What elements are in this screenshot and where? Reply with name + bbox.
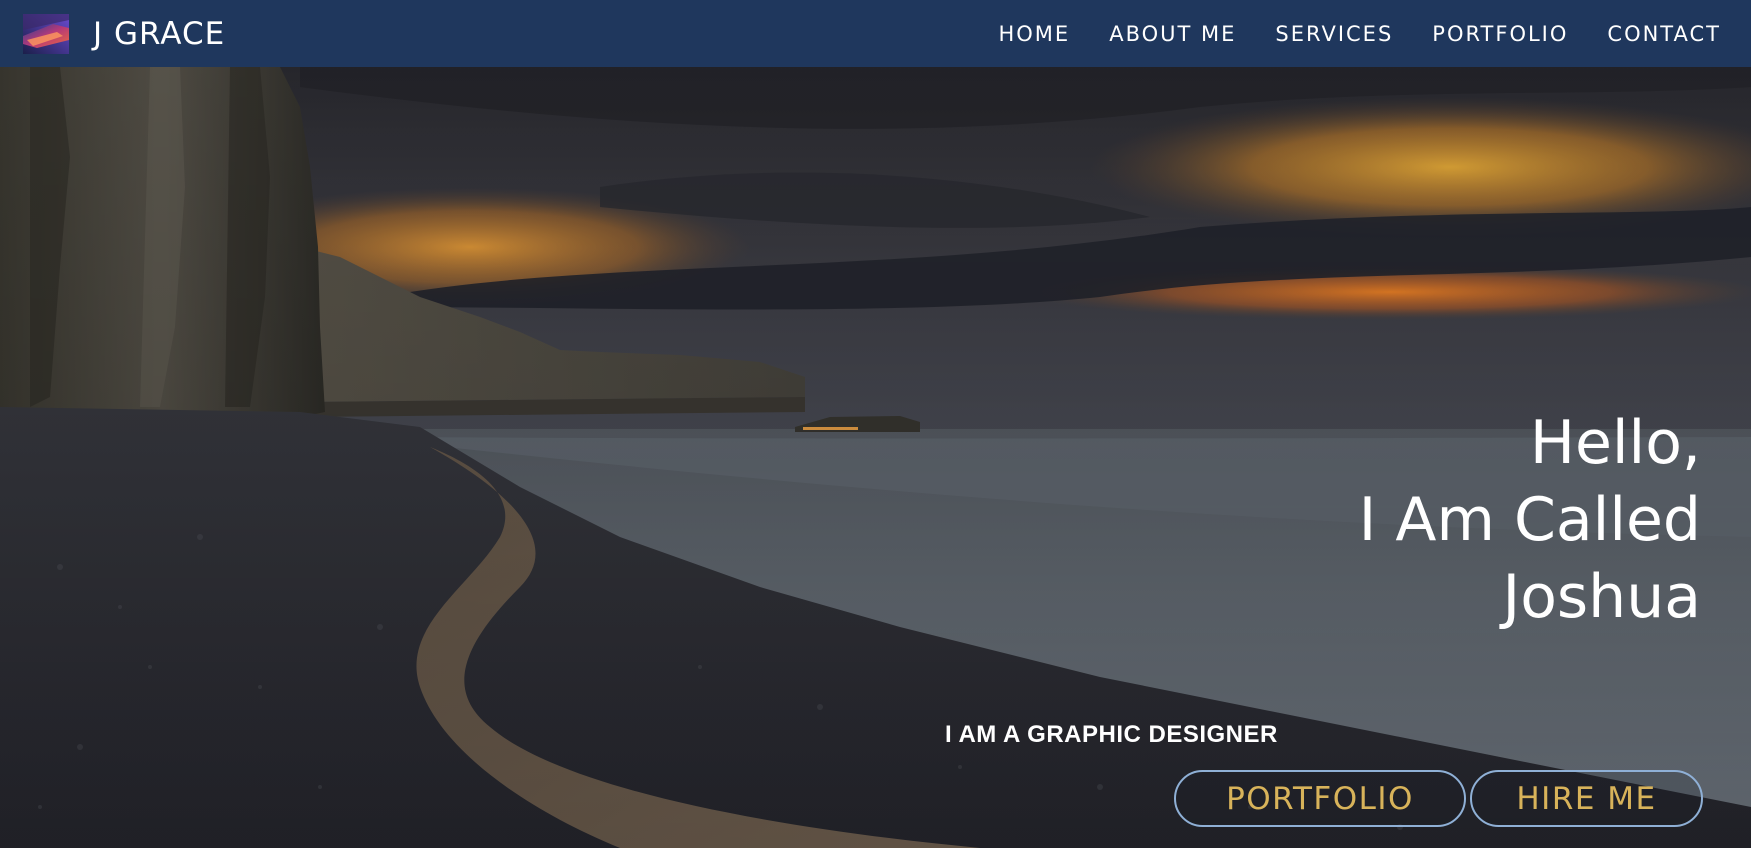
- brand[interactable]: J GRACE: [23, 13, 226, 54]
- hire-me-button[interactable]: HIRE ME: [1470, 770, 1703, 827]
- landing-page: J GRACE HOME ABOUT ME SERVICES PORTFOLIO…: [0, 0, 1751, 848]
- brand-name: J GRACE: [93, 15, 226, 52]
- greeting-line-3: Joshua: [1502, 562, 1702, 632]
- nav-contact[interactable]: CONTACT: [1607, 22, 1721, 46]
- hero-section: Hello, I Am Called Joshua I AM A GRAPHIC…: [0, 67, 1751, 848]
- abstract-gradient-logo-icon: [23, 13, 69, 54]
- nav-home[interactable]: HOME: [998, 22, 1070, 46]
- main-nav: HOME ABOUT ME SERVICES PORTFOLIO CONTACT: [959, 0, 1721, 67]
- nav-services[interactable]: SERVICES: [1275, 22, 1393, 46]
- hero-greeting: Hello, I Am Called Joshua: [1359, 405, 1701, 636]
- greeting-line-2: I Am Called: [1358, 485, 1701, 555]
- portfolio-button[interactable]: PORTFOLIO: [1174, 770, 1466, 827]
- greeting-line-1: Hello,: [1529, 408, 1701, 478]
- hero-cta-group: PORTFOLIO HIRE ME: [1174, 770, 1703, 827]
- nav-about-me[interactable]: ABOUT ME: [1109, 22, 1236, 46]
- hero-tagline: I AM A GRAPHIC DESIGNER: [945, 721, 1278, 748]
- top-navbar: J GRACE HOME ABOUT ME SERVICES PORTFOLIO…: [0, 0, 1751, 67]
- nav-portfolio[interactable]: PORTFOLIO: [1432, 22, 1568, 46]
